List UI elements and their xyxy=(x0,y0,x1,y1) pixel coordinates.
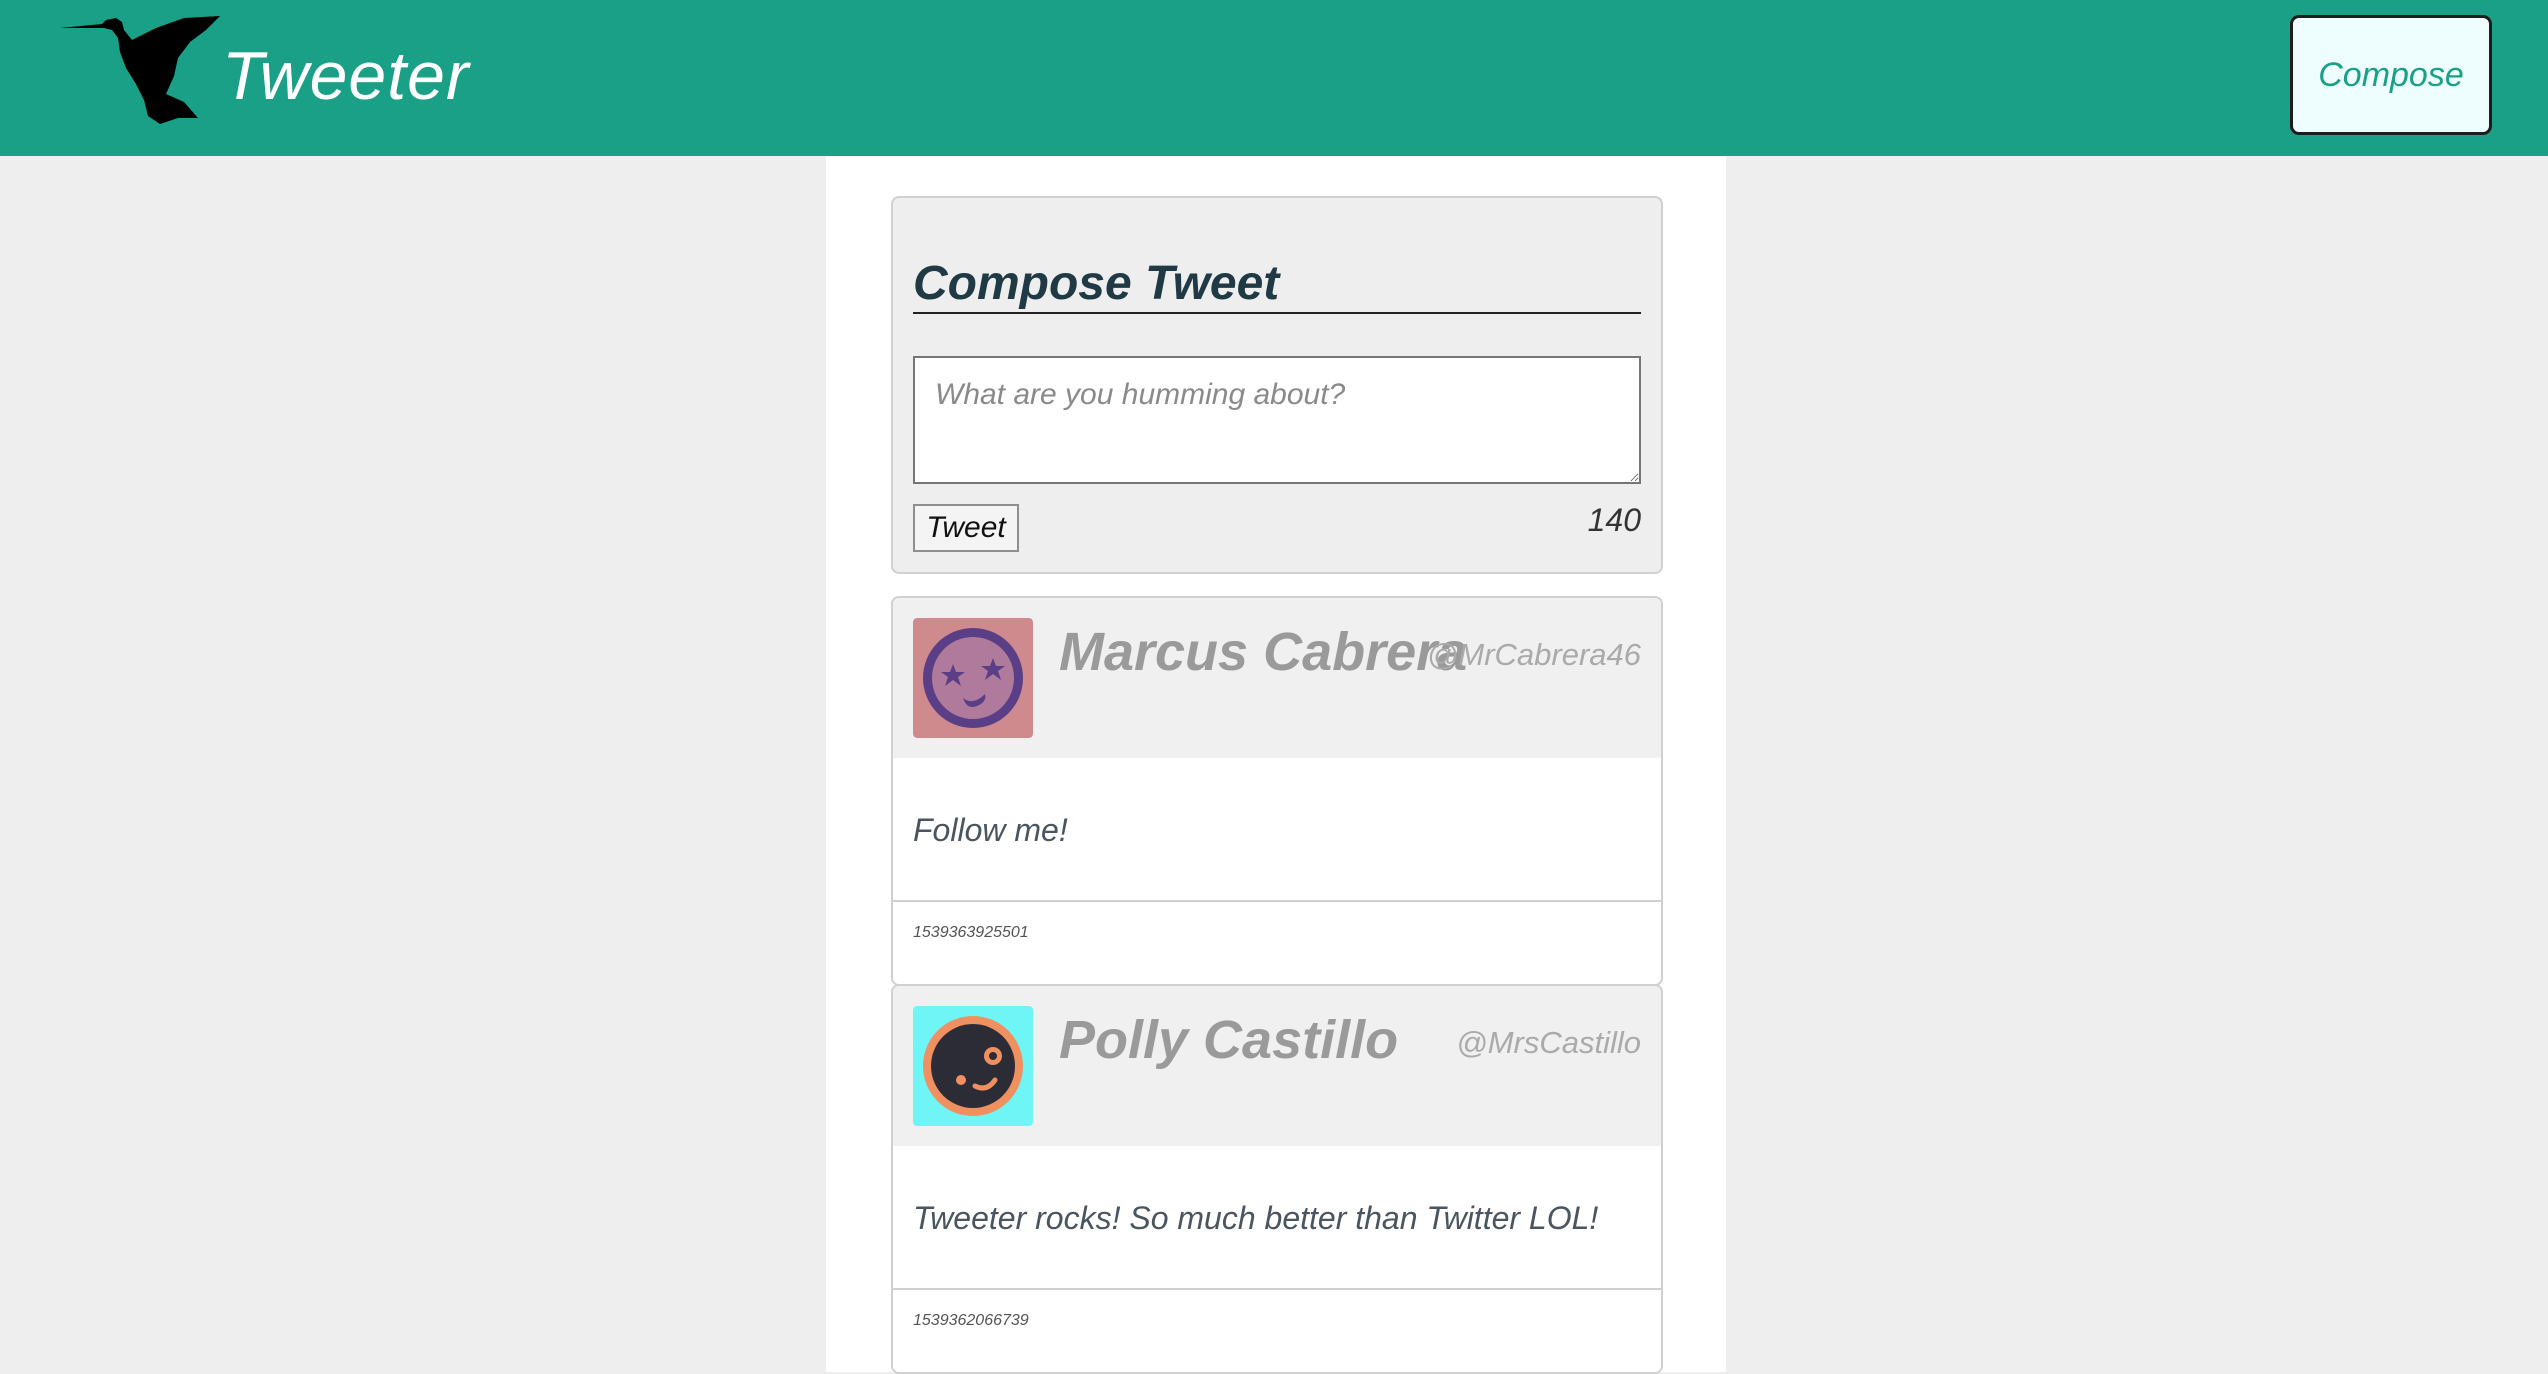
tweet-submit-button[interactable]: Tweet xyxy=(913,504,1019,552)
tweet-author-handle: @MrCabrera46 xyxy=(1426,637,1641,672)
tweet-footer: 1539362066739 xyxy=(893,1288,1661,1372)
tweet-author-name: Polly Castillo xyxy=(1059,1010,1399,1070)
tweet-header: Marcus Cabrera @MrCabrera46 xyxy=(893,598,1661,758)
top-nav: Tweeter Compose xyxy=(0,0,2548,156)
compose-button[interactable]: Compose xyxy=(2290,15,2492,135)
main-column: Compose Tweet Tweet 140 Marcus Cabrera @… xyxy=(826,156,1726,1374)
tweet-card: Marcus Cabrera @MrCabrera46 Follow me! 1… xyxy=(891,596,1663,986)
brand-title: Tweeter xyxy=(222,38,470,114)
tweet-author-handle: @MrsCastillo xyxy=(1456,1025,1641,1060)
tweet-timestamp: 1539362066739 xyxy=(913,1312,1029,1329)
character-counter: 140 xyxy=(1587,502,1641,538)
tweet-header: Polly Castillo @MrsCastillo xyxy=(893,986,1661,1146)
compose-tweet-section: Compose Tweet Tweet 140 xyxy=(891,196,1663,574)
starry-face-avatar-icon xyxy=(913,618,1033,738)
tweet-card: Polly Castillo @MrsCastillo Tweeter rock… xyxy=(891,984,1663,1374)
hummingbird-icon xyxy=(60,16,220,124)
compose-title: Compose Tweet xyxy=(913,258,1641,314)
tweet-content: Follow me! xyxy=(913,812,1068,848)
tweet-input[interactable] xyxy=(913,356,1641,484)
tweet-author-name: Marcus Cabrera xyxy=(1059,622,1468,682)
tweet-timestamp: 1539363925501 xyxy=(913,924,1029,941)
tweet-content: Tweeter rocks! So much better than Twitt… xyxy=(913,1200,1599,1236)
tweet-footer: 1539363925501 xyxy=(893,900,1661,984)
smiling-face-avatar-icon xyxy=(913,1006,1033,1126)
